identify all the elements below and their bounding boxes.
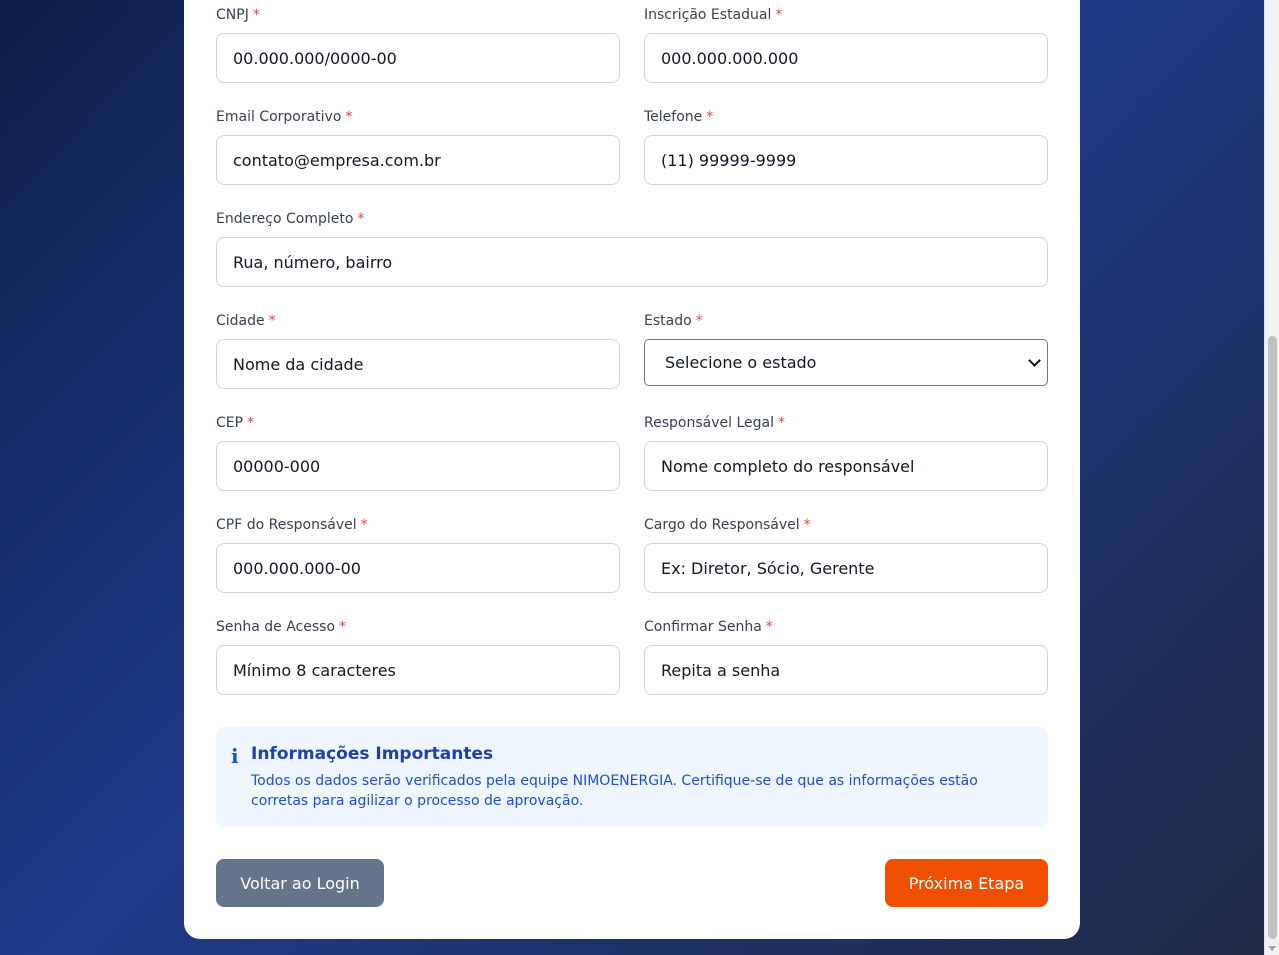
confirmar-senha-field: Confirmar Senha * Repita a senha	[644, 617, 1048, 695]
email-input[interactable]: contato@empresa.com.br	[216, 135, 620, 185]
confirmar-senha-label: Confirmar Senha *	[644, 619, 773, 635]
endereco-label: Endereço Completo *	[216, 211, 365, 227]
inscricao-field: Inscrição Estadual * 000.000.000.000	[644, 5, 1048, 83]
info-text: Todos os dados serão verificados pela eq…	[251, 773, 978, 809]
cep-field: CEP * 00000-000	[216, 413, 620, 491]
telefone-input[interactable]: (11) 99999-9999	[644, 135, 1048, 185]
inscricao-label: Inscrição Estadual *	[644, 7, 783, 23]
cnpj-label: CNPJ *	[216, 7, 260, 23]
cep-label: CEP *	[216, 415, 255, 431]
estado-selected-value: Selecione o estado	[665, 353, 817, 372]
cidade-input[interactable]: Nome da cidade	[216, 339, 620, 389]
cargo-field: Cargo do Responsável * Ex: Diretor, Sócio…	[644, 515, 1048, 593]
scroll-down-arrow-icon[interactable]	[1268, 946, 1276, 951]
inscricao-input[interactable]: 000.000.000.000	[644, 33, 1048, 83]
next-step-button[interactable]: Próxima Etapa	[885, 859, 1048, 907]
info-box: i Informações Importantes Todos os dados…	[216, 727, 1048, 827]
back-to-login-button[interactable]: Voltar ao Login	[216, 859, 384, 907]
telefone-field: Telefone * (11) 99999-9999	[644, 107, 1048, 185]
cpf-input[interactable]: 000.000.000-00	[216, 543, 620, 593]
cargo-label: Cargo do Responsável *	[644, 517, 811, 533]
estado-field: Estado * Selecione o estado	[644, 311, 1048, 386]
senha-label: Senha de Acesso *	[216, 619, 347, 635]
info-icon: i	[231, 744, 239, 768]
cnpj-field: CNPJ * 00.000.000/0000-00	[216, 5, 620, 83]
confirmar-senha-input[interactable]: Repita a senha	[644, 645, 1048, 695]
estado-label: Estado *	[644, 313, 703, 329]
responsavel-input[interactable]: Nome completo do responsável	[644, 441, 1048, 491]
info-title: Informações Importantes	[251, 744, 494, 764]
email-label: Email Corporativo *	[216, 109, 353, 125]
estado-select[interactable]: Selecione o estado	[644, 339, 1048, 386]
endereco-input[interactable]: Rua, número, bairro	[216, 237, 1048, 287]
cpf-field: CPF do Responsável * 000.000.000-00	[216, 515, 620, 593]
scrollbar-thumb[interactable]	[1268, 336, 1277, 939]
endereco-field: Endereço Completo * Rua, número, bairro	[216, 209, 1048, 287]
cargo-input[interactable]: Ex: Diretor, Sócio, Gerente	[644, 543, 1048, 593]
cep-input[interactable]: 00000-000	[216, 441, 620, 491]
responsavel-label: Responsável Legal *	[644, 415, 785, 431]
cnpj-input[interactable]: 00.000.000/0000-00	[216, 33, 620, 83]
email-field: Email Corporativo * contato@empresa.com.b…	[216, 107, 620, 185]
cpf-label: CPF do Responsável *	[216, 517, 368, 533]
chevron-down-icon	[1028, 353, 1041, 367]
cidade-field: Cidade * Nome da cidade	[216, 311, 620, 389]
page-scrollbar[interactable]	[1264, 0, 1279, 955]
senha-input[interactable]: Mínimo 8 caracteres	[216, 645, 620, 695]
senha-field: Senha de Acesso * Mínimo 8 caracteres	[216, 617, 620, 695]
telefone-label: Telefone *	[644, 109, 714, 125]
responsavel-field: Responsável Legal * Nome completo do resp…	[644, 413, 1048, 491]
cidade-label: Cidade *	[216, 313, 276, 329]
